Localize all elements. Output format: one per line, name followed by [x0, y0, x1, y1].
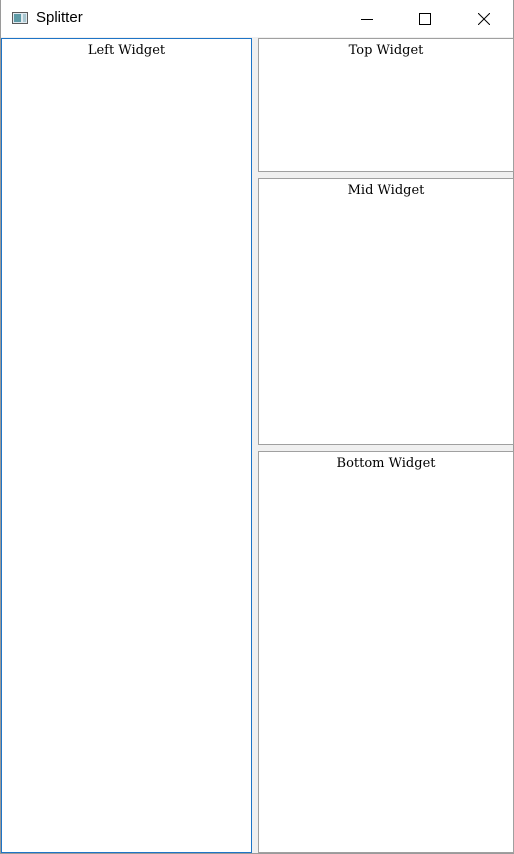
bottom-widget[interactable]: Bottom Widget: [258, 451, 514, 853]
app-icon: [12, 12, 28, 24]
top-widget-label: Top Widget: [348, 43, 424, 58]
left-widget-label: Left Widget: [87, 43, 166, 58]
close-button[interactable]: [461, 0, 507, 37]
maximize-icon: [419, 13, 431, 25]
bottom-widget-label: Bottom Widget: [336, 456, 436, 471]
title-bar[interactable]: Splitter: [1, 0, 513, 37]
minimize-icon: [361, 19, 373, 20]
left-widget[interactable]: Left Widget: [1, 38, 252, 853]
minimize-button[interactable]: [344, 0, 390, 37]
maximize-button[interactable]: [402, 0, 448, 37]
close-icon: [478, 13, 490, 25]
mid-widget-label: Mid Widget: [347, 183, 425, 198]
top-widget[interactable]: Top Widget: [258, 38, 514, 172]
splitter-window: Splitter Left Widget Top Widget Mid Widg…: [0, 0, 514, 854]
mid-widget[interactable]: Mid Widget: [258, 178, 514, 445]
window-title: Splitter: [36, 9, 83, 26]
